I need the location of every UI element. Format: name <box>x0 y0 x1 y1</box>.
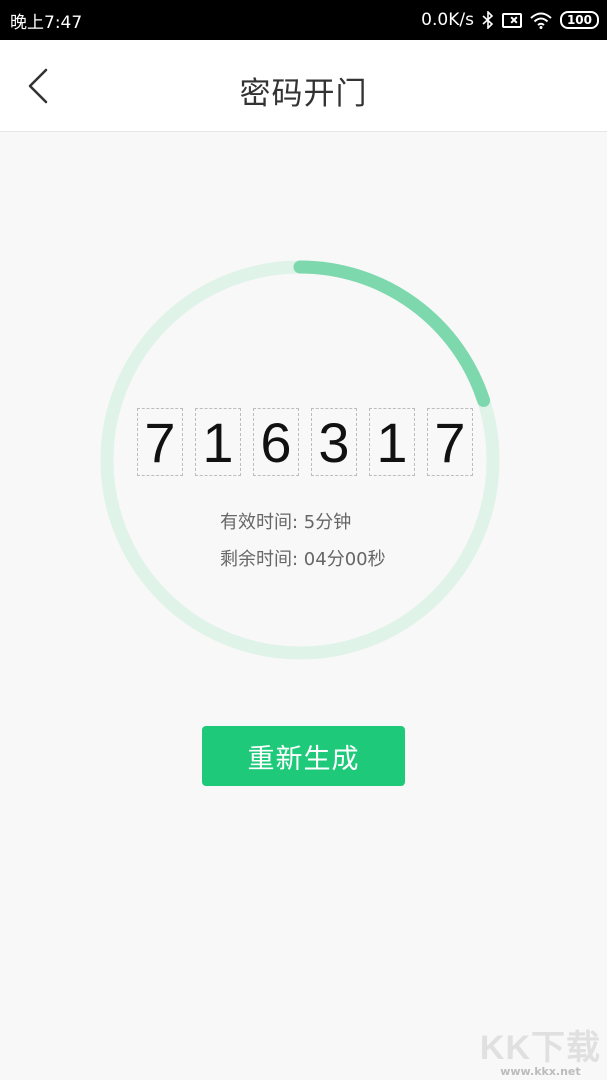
wifi-icon <box>530 12 552 29</box>
remaining-time-text: 剩余时间: 04分00秒 <box>220 549 386 570</box>
valid-time-text: 有效时间: 5分钟 <box>220 512 352 533</box>
watermark: KK下载 www.kkx.net <box>480 1020 601 1078</box>
battery-icon: 100 <box>559 11 599 29</box>
status-time: 晚上7:47 <box>10 12 83 33</box>
status-icons: 0.0K/s 100 <box>421 10 599 30</box>
code-digit: 7 <box>427 408 473 476</box>
network-speed: 0.0K/s <box>421 10 474 30</box>
bluetooth-icon <box>482 11 494 29</box>
page-title: 密码开门 <box>239 76 368 112</box>
regenerate-button[interactable]: 重新生成 <box>202 726 405 786</box>
sim-no-service-icon <box>501 12 522 28</box>
watermark-logo: KK下载 <box>479 1029 601 1067</box>
code-digit: 6 <box>253 408 299 476</box>
status-bar: 晚上7:47 0.0K/s 100 <box>0 0 607 40</box>
code-digit: 1 <box>195 408 241 476</box>
nav-bar: 密码开门 <box>0 40 607 132</box>
code-digit: 1 <box>369 408 415 476</box>
password-code: 7 1 6 3 1 7 <box>137 408 473 476</box>
code-digit: 7 <box>137 408 183 476</box>
code-digit: 3 <box>311 408 357 476</box>
